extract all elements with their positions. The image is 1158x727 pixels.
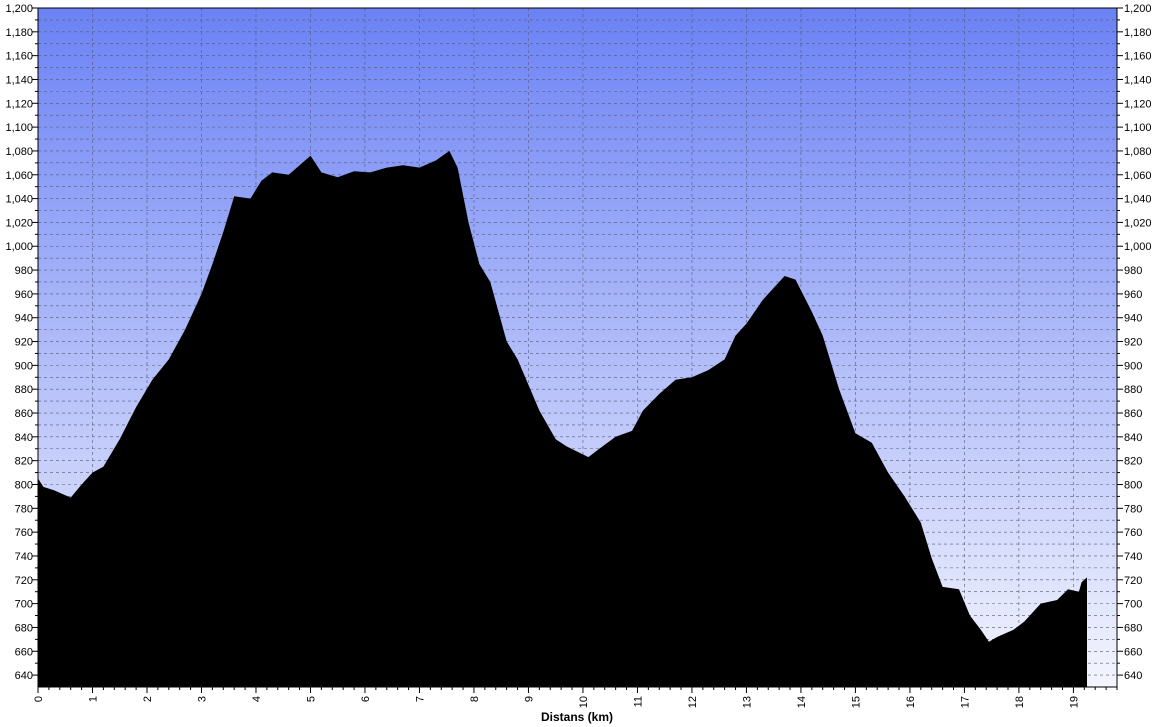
elevation-chart: 6406606807007207407607808008208408608809… [5, 3, 1152, 724]
y-tick-label-right: 720 [1124, 575, 1142, 587]
x-tick-label: 12 [687, 696, 699, 708]
y-tick-label-right: 900 [1124, 360, 1142, 372]
x-tick-label: 2 [142, 696, 154, 702]
x-tick-label: 8 [469, 696, 481, 702]
y-tick-label-left: 820 [15, 456, 33, 468]
y-tick-label-right: 1,200 [1124, 3, 1152, 15]
y-tick-label-left: 1,100 [5, 122, 33, 134]
y-tick-label-left: 1,140 [5, 74, 33, 86]
y-tick-label-right: 840 [1124, 432, 1142, 444]
x-tick-label: 1 [87, 696, 99, 702]
y-tick-label-right: 1,060 [1124, 170, 1152, 182]
y-tick-label-right: 1,080 [1124, 146, 1152, 158]
y-tick-label-right: 1,020 [1124, 217, 1152, 229]
y-tick-label-left: 780 [15, 503, 33, 515]
y-tick-label-left: 1,200 [5, 3, 33, 15]
y-tick-label-right: 780 [1124, 503, 1142, 515]
x-tick-label: 6 [360, 696, 372, 702]
y-tick-label-right: 920 [1124, 337, 1142, 349]
x-tick-label: 3 [196, 696, 208, 702]
y-tick-label-left: 1,040 [5, 194, 33, 206]
y-tick-label-right: 700 [1124, 599, 1142, 611]
y-tick-label-left: 1,160 [5, 51, 33, 63]
x-tick-label: 17 [959, 696, 971, 708]
y-tick-label-right: 820 [1124, 456, 1142, 468]
y-tick-label-left: 880 [15, 384, 33, 396]
y-tick-label-left: 1,000 [5, 241, 33, 253]
x-tick-label: 10 [578, 696, 590, 708]
y-tick-label-right: 1,120 [1124, 98, 1152, 110]
y-tick-label-right: 860 [1124, 408, 1142, 420]
y-tick-label-right: 1,040 [1124, 194, 1152, 206]
x-tick-label: 18 [1014, 696, 1026, 708]
y-tick-label-left: 760 [15, 527, 33, 539]
y-tick-label-left: 740 [15, 551, 33, 563]
y-tick-label-left: 960 [15, 289, 33, 301]
y-tick-label-left: 860 [15, 408, 33, 420]
y-tick-label-left: 660 [15, 646, 33, 658]
y-tick-label-left: 980 [15, 265, 33, 277]
y-tick-label-right: 800 [1124, 479, 1142, 491]
y-tick-label-left: 1,020 [5, 217, 33, 229]
y-tick-label-left: 800 [15, 479, 33, 491]
x-tick-label: 15 [850, 696, 862, 708]
y-tick-label-left: 1,120 [5, 98, 33, 110]
y-tick-label-left: 720 [15, 575, 33, 587]
x-tick-label: 16 [905, 696, 917, 708]
y-tick-label-right: 1,100 [1124, 122, 1152, 134]
y-tick-label-right: 960 [1124, 289, 1142, 301]
x-tick-label: 4 [251, 696, 263, 702]
y-tick-label-right: 1,140 [1124, 74, 1152, 86]
y-tick-label-left: 1,080 [5, 146, 33, 158]
y-tick-label-right: 760 [1124, 527, 1142, 539]
y-tick-label-right: 1,180 [1124, 27, 1152, 39]
x-tick-label: 11 [632, 696, 644, 707]
x-tick-label: 19 [1068, 696, 1080, 708]
y-tick-label-right: 660 [1124, 646, 1142, 658]
x-axis-labels: 0 1 2 3 4 5 6 7 8 9 10 11 12 13 14 15 16 17 18 19 [33, 696, 1080, 708]
x-tick-label: 7 [414, 696, 426, 702]
y-axis-left-labels: 640 660 680 700 720 740 760 780 800 820 840 860 880 9… [5, 3, 33, 682]
y-tick-label-left: 1,180 [5, 27, 33, 39]
x-tick-label: 9 [523, 696, 535, 702]
y-tick-label-right: 680 [1124, 622, 1142, 634]
y-tick-label-right: 740 [1124, 551, 1142, 563]
y-axis-right-labels: 640 660 680 700 720 740 760 780 800 820 840 860 880 9… [1124, 3, 1152, 682]
y-tick-label-right: 1,160 [1124, 51, 1152, 63]
y-tick-label-left: 640 [15, 670, 33, 682]
y-tick-label-left: 940 [15, 313, 33, 325]
y-tick-label-right: 1,000 [1124, 241, 1152, 253]
x-axis-title: Distans (km) [541, 710, 613, 724]
x-tick-label: 5 [305, 696, 317, 702]
y-tick-label-right: 640 [1124, 670, 1142, 682]
x-tick-label: 13 [741, 696, 753, 708]
y-tick-label-right: 880 [1124, 384, 1142, 396]
y-tick-label-left: 840 [15, 432, 33, 444]
x-tick-label: 14 [796, 696, 808, 708]
y-tick-label-left: 900 [15, 360, 33, 372]
y-tick-label-right: 980 [1124, 265, 1142, 277]
y-tick-label-left: 700 [15, 599, 33, 611]
y-tick-label-right: 940 [1124, 313, 1142, 325]
y-tick-label-left: 680 [15, 622, 33, 634]
y-tick-label-left: 920 [15, 337, 33, 349]
y-tick-label-left: 1,060 [5, 170, 33, 182]
x-tick-label: 0 [33, 696, 45, 702]
